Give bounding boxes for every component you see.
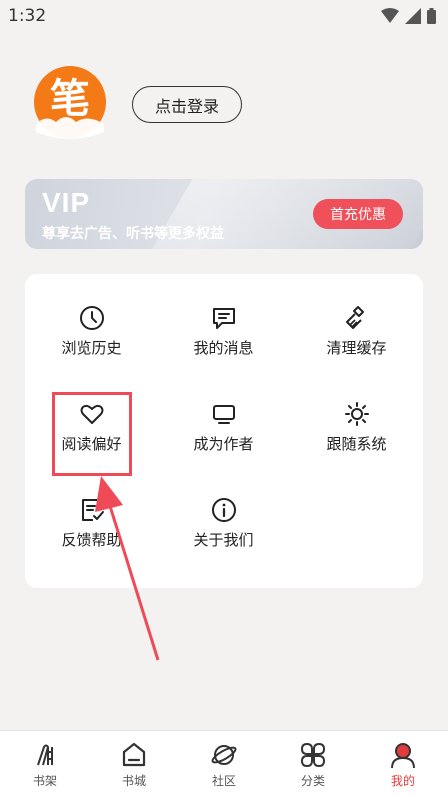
- menu-item-label: 关于我们: [193, 531, 254, 549]
- avatar-char: 笔: [50, 76, 90, 122]
- battery-icon: [427, 8, 436, 24]
- vip-card[interactable]: VIP 尊享去广告、听书等更多权益 首充优惠: [25, 179, 423, 249]
- tab-label: 书架: [32, 774, 57, 788]
- menu-item-label: 成为作者: [193, 435, 254, 453]
- status-time: 1:32: [8, 6, 47, 26]
- menu-item-reading-preference[interactable]: 阅读偏好: [25, 370, 158, 466]
- message-icon: [212, 308, 235, 329]
- menu-card: 浏览历史 我的消息 清理缓存 阅读偏好 成为作者 跟随系统 反馈帮助 关于我们: [25, 274, 423, 588]
- user-icon: [391, 743, 415, 769]
- menu-item-history[interactable]: 浏览历史: [25, 274, 158, 370]
- menu-item-label: 反馈帮助: [61, 531, 122, 549]
- bookstore-icon: [122, 742, 146, 767]
- status-icons: [381, 8, 436, 24]
- tab-community[interactable]: 社区: [179, 731, 269, 796]
- tab-bookshelf[interactable]: 书架: [0, 731, 90, 796]
- tab-label: 书城: [121, 774, 146, 788]
- menu-item-become-author[interactable]: 成为作者: [157, 370, 290, 466]
- menu-item-label: 跟随系统: [326, 435, 387, 453]
- menu-item-feedback[interactable]: 反馈帮助: [25, 466, 158, 562]
- menu-item-label: 阅读偏好: [61, 435, 122, 453]
- wifi-icon: [381, 8, 399, 23]
- tab-category[interactable]: 分类: [268, 731, 358, 796]
- menu-item-messages[interactable]: 我的消息: [157, 274, 290, 370]
- heart-icon: [80, 404, 103, 424]
- status-bar: 1:32: [0, 0, 448, 32]
- menu-item-clear-cache[interactable]: 清理缓存: [290, 274, 423, 370]
- info-icon: [211, 498, 236, 522]
- sun-icon: [344, 402, 369, 426]
- planet-icon: [211, 745, 237, 765]
- tab-bookstore[interactable]: 书城: [89, 731, 179, 796]
- feedback-icon: [81, 499, 104, 521]
- avatar[interactable]: 笔: [32, 66, 108, 142]
- tab-label: 我的: [390, 774, 415, 788]
- menu-item-label: 我的消息: [193, 339, 254, 357]
- first-recharge-button[interactable]: 首充优惠: [313, 199, 403, 229]
- bookshelf-icon: [37, 744, 53, 766]
- category-icon: [300, 742, 326, 768]
- menu-item-label: 清理缓存: [326, 339, 387, 357]
- bottom-tab-bar: 书架 书城 社区 分类 我的: [0, 730, 448, 796]
- menu-item-follow-system[interactable]: 跟随系统: [290, 370, 423, 466]
- broom-icon: [345, 306, 364, 329]
- clock-icon: [79, 306, 104, 330]
- tab-label: 分类: [300, 774, 325, 788]
- menu-item-label: 浏览历史: [61, 339, 122, 357]
- vip-title: VIP: [42, 187, 91, 218]
- signal-icon: [405, 8, 421, 24]
- tab-label: 社区: [211, 774, 236, 788]
- login-button[interactable]: 点击登录: [132, 86, 242, 123]
- tab-mine[interactable]: 我的: [358, 731, 448, 796]
- menu-item-about-us[interactable]: 关于我们: [157, 466, 290, 562]
- vip-subtitle: 尊享去广告、听书等更多权益: [42, 226, 224, 242]
- monitor-icon: [212, 405, 235, 424]
